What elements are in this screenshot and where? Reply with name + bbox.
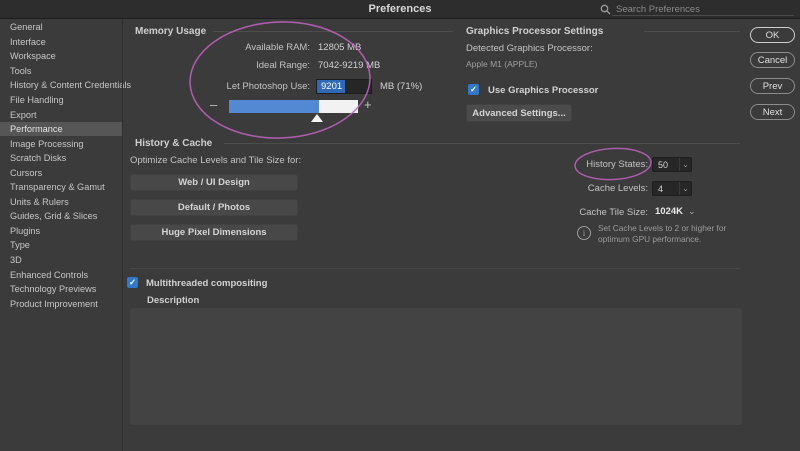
multithreaded-compositing-label: Multithreaded compositing — [146, 278, 268, 289]
slider-decrease-button[interactable]: – — [210, 97, 217, 112]
history-states-dropdown[interactable]: 50 ⌄ — [652, 157, 692, 172]
sidebar-item-scratch-disks[interactable]: Scratch Disks — [0, 151, 122, 166]
ideal-range-label: Ideal Range: — [256, 60, 310, 71]
cache-levels-label: Cache Levels: — [587, 183, 648, 194]
sidebar-item-image-processing[interactable]: Image Processing — [0, 136, 122, 151]
sidebar-divider — [122, 20, 123, 451]
sidebar-item-3d[interactable]: 3D — [0, 253, 122, 268]
history-cache-header: History & Cache — [135, 138, 213, 149]
sidebar-item-transparency-gamut[interactable]: Transparency & Gamut — [0, 180, 122, 195]
section-divider — [130, 268, 740, 269]
preset-default-photos-button[interactable]: Default / Photos — [130, 199, 298, 216]
preset-web-ui-design-button[interactable]: Web / UI Design — [130, 174, 298, 191]
multithreaded-compositing-checkbox[interactable]: ✓ — [127, 277, 138, 288]
ideal-range-value: 7042-9219 MB — [318, 60, 381, 71]
info-icon: i — [577, 226, 591, 240]
preset-huge-pixel-dimensions-button[interactable]: Huge Pixel Dimensions — [130, 224, 298, 241]
sidebar-item-product-improvement[interactable]: Product Improvement — [0, 296, 122, 311]
next-button[interactable]: Next — [750, 104, 795, 120]
history-states-value: 50 — [658, 159, 669, 170]
chevron-down-icon: ⌄ — [679, 158, 691, 171]
available-ram-label: Available RAM: — [245, 42, 310, 53]
ram-amount-input[interactable]: 9201 — [316, 79, 372, 94]
description-panel — [130, 308, 742, 425]
cache-levels-value: 4 — [658, 183, 664, 194]
memory-header-rule — [213, 31, 453, 32]
use-gpu-label: Use Graphics Processor — [488, 85, 599, 96]
cache-info-text: Set Cache Levels to 2 or higher for opti… — [598, 223, 727, 244]
sidebar-item-general[interactable]: General — [0, 20, 122, 35]
let-photoshop-use-label: Let Photoshop Use: — [226, 81, 310, 92]
cache-levels-dropdown[interactable]: 4 ⌄ — [652, 181, 692, 196]
sidebar-item-tools[interactable]: Tools — [0, 64, 122, 79]
sidebar-item-technology-previews[interactable]: Technology Previews — [0, 282, 122, 297]
gpu-settings-header: Graphics Processor Settings — [466, 26, 604, 37]
optimize-cache-label: Optimize Cache Levels and Tile Size for: — [130, 155, 302, 166]
ram-slider[interactable] — [229, 100, 358, 113]
available-ram-value: 12805 MB — [318, 42, 362, 53]
history-cache-header-rule — [224, 143, 740, 144]
check-icon: ✓ — [469, 84, 478, 94]
sidebar-item-cursors[interactable]: Cursors — [0, 165, 122, 180]
advanced-settings-button[interactable]: Advanced Settings... — [466, 104, 572, 122]
use-gpu-checkbox[interactable]: ✓ — [468, 84, 479, 95]
gpu-header-rule — [644, 31, 740, 32]
sidebar-item-performance[interactable]: Performance — [0, 121, 122, 137]
cache-tile-size-value[interactable]: 1024K — [655, 206, 683, 217]
search-underline — [612, 15, 794, 16]
detected-gpu-label: Detected Graphics Processor: — [466, 43, 593, 54]
ram-slider-fill — [229, 100, 319, 113]
chevron-down-icon: ⌄ — [679, 182, 691, 195]
sidebar-item-units-rulers[interactable]: Units & Rulers — [0, 195, 122, 210]
ram-slider-thumb[interactable] — [311, 114, 323, 122]
sidebar-item-interface[interactable]: Interface — [0, 35, 122, 50]
slider-increase-button[interactable]: + — [364, 97, 372, 112]
ok-button[interactable]: OK — [750, 27, 795, 43]
sidebar-item-export[interactable]: Export — [0, 107, 122, 122]
memory-usage-header: Memory Usage — [135, 26, 207, 37]
sidebar-item-plugins[interactable]: Plugins — [0, 224, 122, 239]
titlebar: Preferences Search Preferences — [0, 0, 800, 19]
search-placeholder: Search Preferences — [616, 4, 700, 15]
description-label: Description — [147, 295, 200, 306]
prev-button[interactable]: Prev — [750, 78, 795, 94]
ram-amount-selected-text: 9201 — [317, 80, 346, 93]
sidebar-item-enhanced-controls[interactable]: Enhanced Controls — [0, 267, 122, 282]
detected-gpu-value: Apple M1 (APPLE) — [466, 59, 538, 69]
search-icon — [600, 4, 611, 15]
cancel-button[interactable]: Cancel — [750, 52, 795, 68]
sidebar-item-history-content-credentials[interactable]: History & Content Credentials — [0, 78, 131, 93]
sidebar-item-workspace[interactable]: Workspace — [0, 49, 122, 64]
history-states-label: History States: — [586, 159, 648, 170]
sidebar: General Interface Workspace Tools Histor… — [0, 20, 131, 451]
cache-tile-size-label: Cache Tile Size: — [579, 207, 648, 218]
sidebar-item-file-handling[interactable]: File Handling — [0, 93, 122, 108]
check-icon: ✓ — [128, 277, 137, 287]
chevron-down-icon[interactable]: ⌄ — [688, 206, 696, 217]
sidebar-item-type[interactable]: Type — [0, 238, 122, 253]
sidebar-item-guides-grid-slices[interactable]: Guides, Grid & Slices — [0, 209, 122, 224]
ram-suffix: MB (71%) — [380, 81, 423, 92]
